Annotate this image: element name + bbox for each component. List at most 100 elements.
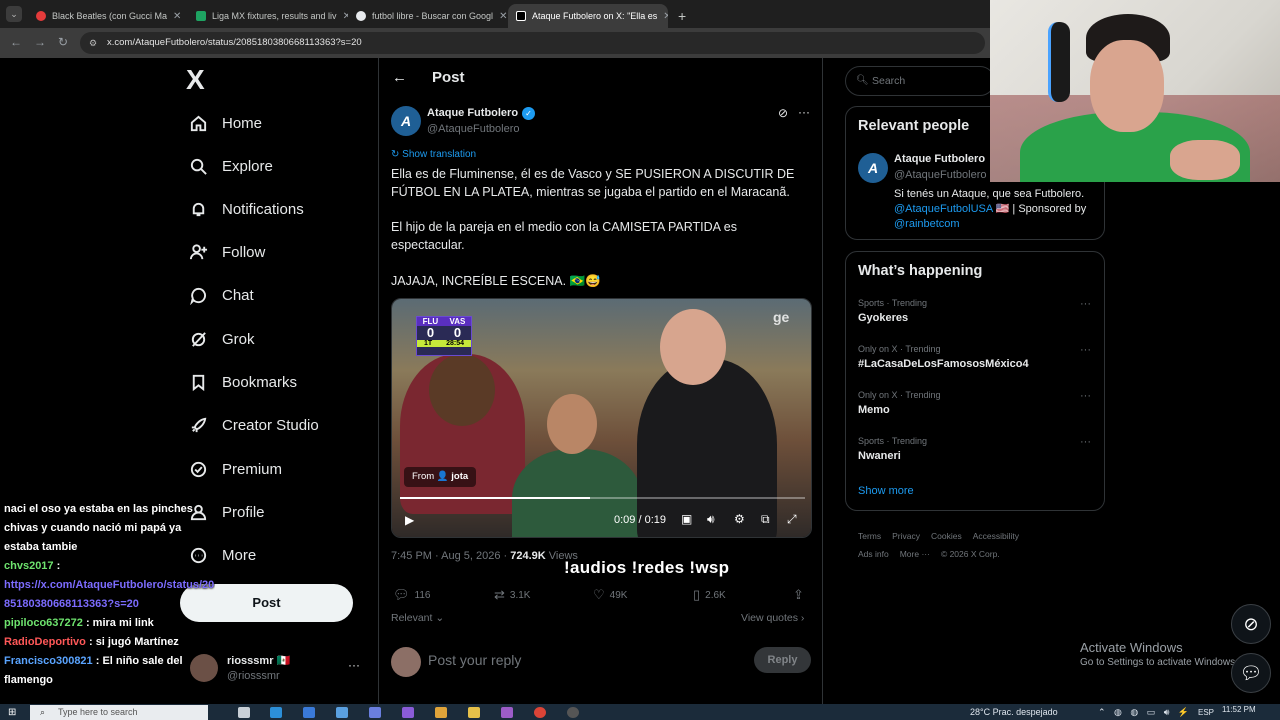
repost-action[interactable]: ⇄ 3.1K: [494, 587, 530, 603]
mail-icon[interactable]: [303, 707, 315, 718]
nav-label: Notifications: [222, 200, 304, 218]
nav-premium[interactable]: Premium: [188, 454, 282, 484]
app-icon[interactable]: [501, 707, 513, 718]
settings-icon[interactable]: ⚙: [734, 512, 745, 526]
account-switcher[interactable]: riosssmr 🇲🇽 @riosssmr ···: [190, 652, 370, 692]
app-icon[interactable]: [435, 707, 447, 718]
show-translation-link[interactable]: ↻ Show translation: [391, 149, 476, 160]
avatar[interactable]: A: [858, 153, 888, 183]
like-action[interactable]: ♡ 49K: [593, 587, 627, 603]
tab-search-icon[interactable]: ⌄: [6, 6, 22, 22]
bio-link[interactable]: @rainbetcom: [894, 218, 960, 230]
footer-link[interactable]: Privacy: [892, 531, 920, 541]
browser-tab[interactable]: futbol libre - Buscar con Googl ✕: [348, 4, 508, 28]
browser-tab[interactable]: Liga MX fixtures, results and liv ✕: [188, 4, 348, 28]
nav-explore[interactable]: Explore: [188, 151, 273, 181]
back-icon[interactable]: ←: [10, 35, 22, 49]
address-bar[interactable]: ⚙ x.com/AtaqueFutbolero/status/208518038…: [80, 32, 985, 54]
weather-widget[interactable]: 28°C Prac. despejado: [970, 707, 1058, 717]
reply-button[interactable]: Reply: [754, 647, 811, 673]
new-tab-button[interactable]: +: [670, 4, 694, 28]
captions-icon[interactable]: ▣: [681, 512, 692, 526]
pip-icon[interactable]: ⧉: [761, 512, 770, 527]
chrome-icon[interactable]: [534, 707, 546, 718]
author-name[interactable]: Ataque Futbolero: [427, 107, 518, 119]
footer-link[interactable]: Ads info: [858, 549, 889, 559]
nav-follow[interactable]: Follow: [188, 237, 265, 267]
footer-link[interactable]: Cookies: [931, 531, 962, 541]
language-indicator[interactable]: ESP: [1198, 708, 1214, 717]
close-icon[interactable]: ✕: [657, 11, 668, 22]
task-view-icon[interactable]: [238, 707, 250, 718]
volume-icon[interactable]: 🔊︎: [707, 512, 715, 527]
reply-action[interactable]: 💬︎ 116: [393, 587, 430, 603]
windows-start-icon[interactable]: ⊞: [8, 707, 16, 718]
fullscreen-icon[interactable]: ⤢: [787, 512, 797, 527]
footer-link[interactable]: Terms: [858, 531, 881, 541]
more-dots-icon[interactable]: ···: [348, 658, 360, 672]
grok-float-icon[interactable]: ⊘: [1231, 604, 1271, 644]
app-icon[interactable]: [402, 707, 414, 718]
show-more-link[interactable]: Show more: [858, 485, 914, 497]
reply-sort-dropdown[interactable]: Relevant ⌄: [391, 612, 444, 624]
premium-icon: [188, 459, 208, 479]
chat-float-icon[interactable]: 💬︎: [1231, 653, 1271, 693]
nav-notifications[interactable]: Notifications: [188, 194, 304, 224]
browser-tab-active[interactable]: Ataque Futbolero on X: "Ella es ✕: [508, 4, 668, 28]
edge-icon[interactable]: [270, 707, 282, 718]
taskbar-search-input[interactable]: ⌕ Type here to search: [30, 705, 208, 720]
system-tray[interactable]: ⌃ ◍ ◍ ▭ 🔊︎ ⚡: [1098, 707, 1192, 718]
nav-label: Premium: [222, 460, 283, 478]
post-detail-column: ← Post A Ataque Futbolero ✓ @AtaqueFutbo…: [378, 58, 823, 720]
more-dots-icon[interactable]: ···: [1080, 436, 1091, 448]
back-arrow-icon[interactable]: ←: [392, 69, 407, 86]
from-badge[interactable]: From 👤 jota: [404, 467, 477, 487]
trend-context: Sports · Trending: [858, 436, 928, 446]
browser-tab[interactable]: Black Beatles (con Gucci Ma ✕: [28, 4, 188, 28]
trend-item[interactable]: Sports · Trending Gyokeres ···: [858, 298, 1098, 324]
footer-link[interactable]: More ···: [900, 549, 930, 559]
search-input[interactable]: 🔍︎ Search: [845, 66, 995, 96]
forward-icon[interactable]: →: [34, 35, 46, 49]
vscode-icon[interactable]: [369, 707, 381, 718]
more-dots-icon[interactable]: ···: [1080, 344, 1091, 356]
trend-item[interactable]: Only on X · Trending #LaCasaDeLosFamosos…: [858, 344, 1098, 370]
close-icon[interactable]: ✕: [493, 11, 507, 22]
video-progress-bar[interactable]: [400, 497, 805, 499]
trend-item[interactable]: Only on X · Trending Memo ···: [858, 390, 1098, 416]
view-quotes-link[interactable]: View quotes ›: [741, 612, 804, 624]
play-icon[interactable]: ▶: [405, 513, 414, 527]
nav-grok[interactable]: Grok: [188, 324, 255, 354]
grok-icon[interactable]: ⊘: [778, 106, 788, 120]
bio-link[interactable]: @AtaqueFutbolUSA: [894, 203, 993, 215]
post-timestamp[interactable]: 7:45 PM · Aug 5, 2026 ·: [391, 550, 510, 562]
more-dots-icon[interactable]: ···: [1080, 298, 1091, 310]
person-handle[interactable]: @AtaqueFutbolero: [894, 169, 987, 181]
x-logo-icon[interactable]: X: [186, 64, 205, 96]
bookmark-action[interactable]: ▯ 2.6K: [693, 587, 726, 603]
more-dots-icon[interactable]: ···: [798, 105, 810, 119]
taskbar-clock[interactable]: 11:52 PM: [1222, 705, 1256, 714]
footer-link[interactable]: Accessibility: [973, 531, 1019, 541]
video-player[interactable]: FLU VAS 00 1T 28:54 ge From 👤 jota ▶ 0:09 …: [391, 298, 812, 538]
obs-icon[interactable]: [567, 707, 579, 718]
nav-creator-studio[interactable]: Creator Studio: [188, 410, 319, 440]
nav-home[interactable]: Home: [188, 108, 262, 138]
reply-input[interactable]: Post your reply: [428, 652, 521, 668]
author-handle[interactable]: @AtaqueFutbolero: [427, 123, 520, 135]
nav-chat[interactable]: Chat: [188, 280, 254, 310]
author-avatar[interactable]: A: [391, 106, 421, 136]
close-icon[interactable]: ✕: [337, 11, 348, 22]
person-name[interactable]: Ataque Futbolero: [894, 153, 985, 165]
x-icon: [516, 11, 526, 21]
site-info-icon[interactable]: ⚙: [89, 32, 97, 54]
close-icon[interactable]: ✕: [167, 11, 181, 22]
reload-icon[interactable]: ↻: [58, 35, 68, 49]
trend-item[interactable]: Sports · Trending Nwaneri ···: [858, 436, 1098, 462]
nav-bookmarks[interactable]: Bookmarks: [188, 367, 297, 397]
share-action[interactable]: ⇪: [793, 587, 809, 603]
chat-link[interactable]: https://x.com/AtaqueFutbolero/status/208…: [0, 576, 215, 614]
more-dots-icon[interactable]: ···: [1080, 390, 1091, 402]
store-icon[interactable]: [336, 707, 348, 718]
file-explorer-icon[interactable]: [468, 707, 480, 718]
